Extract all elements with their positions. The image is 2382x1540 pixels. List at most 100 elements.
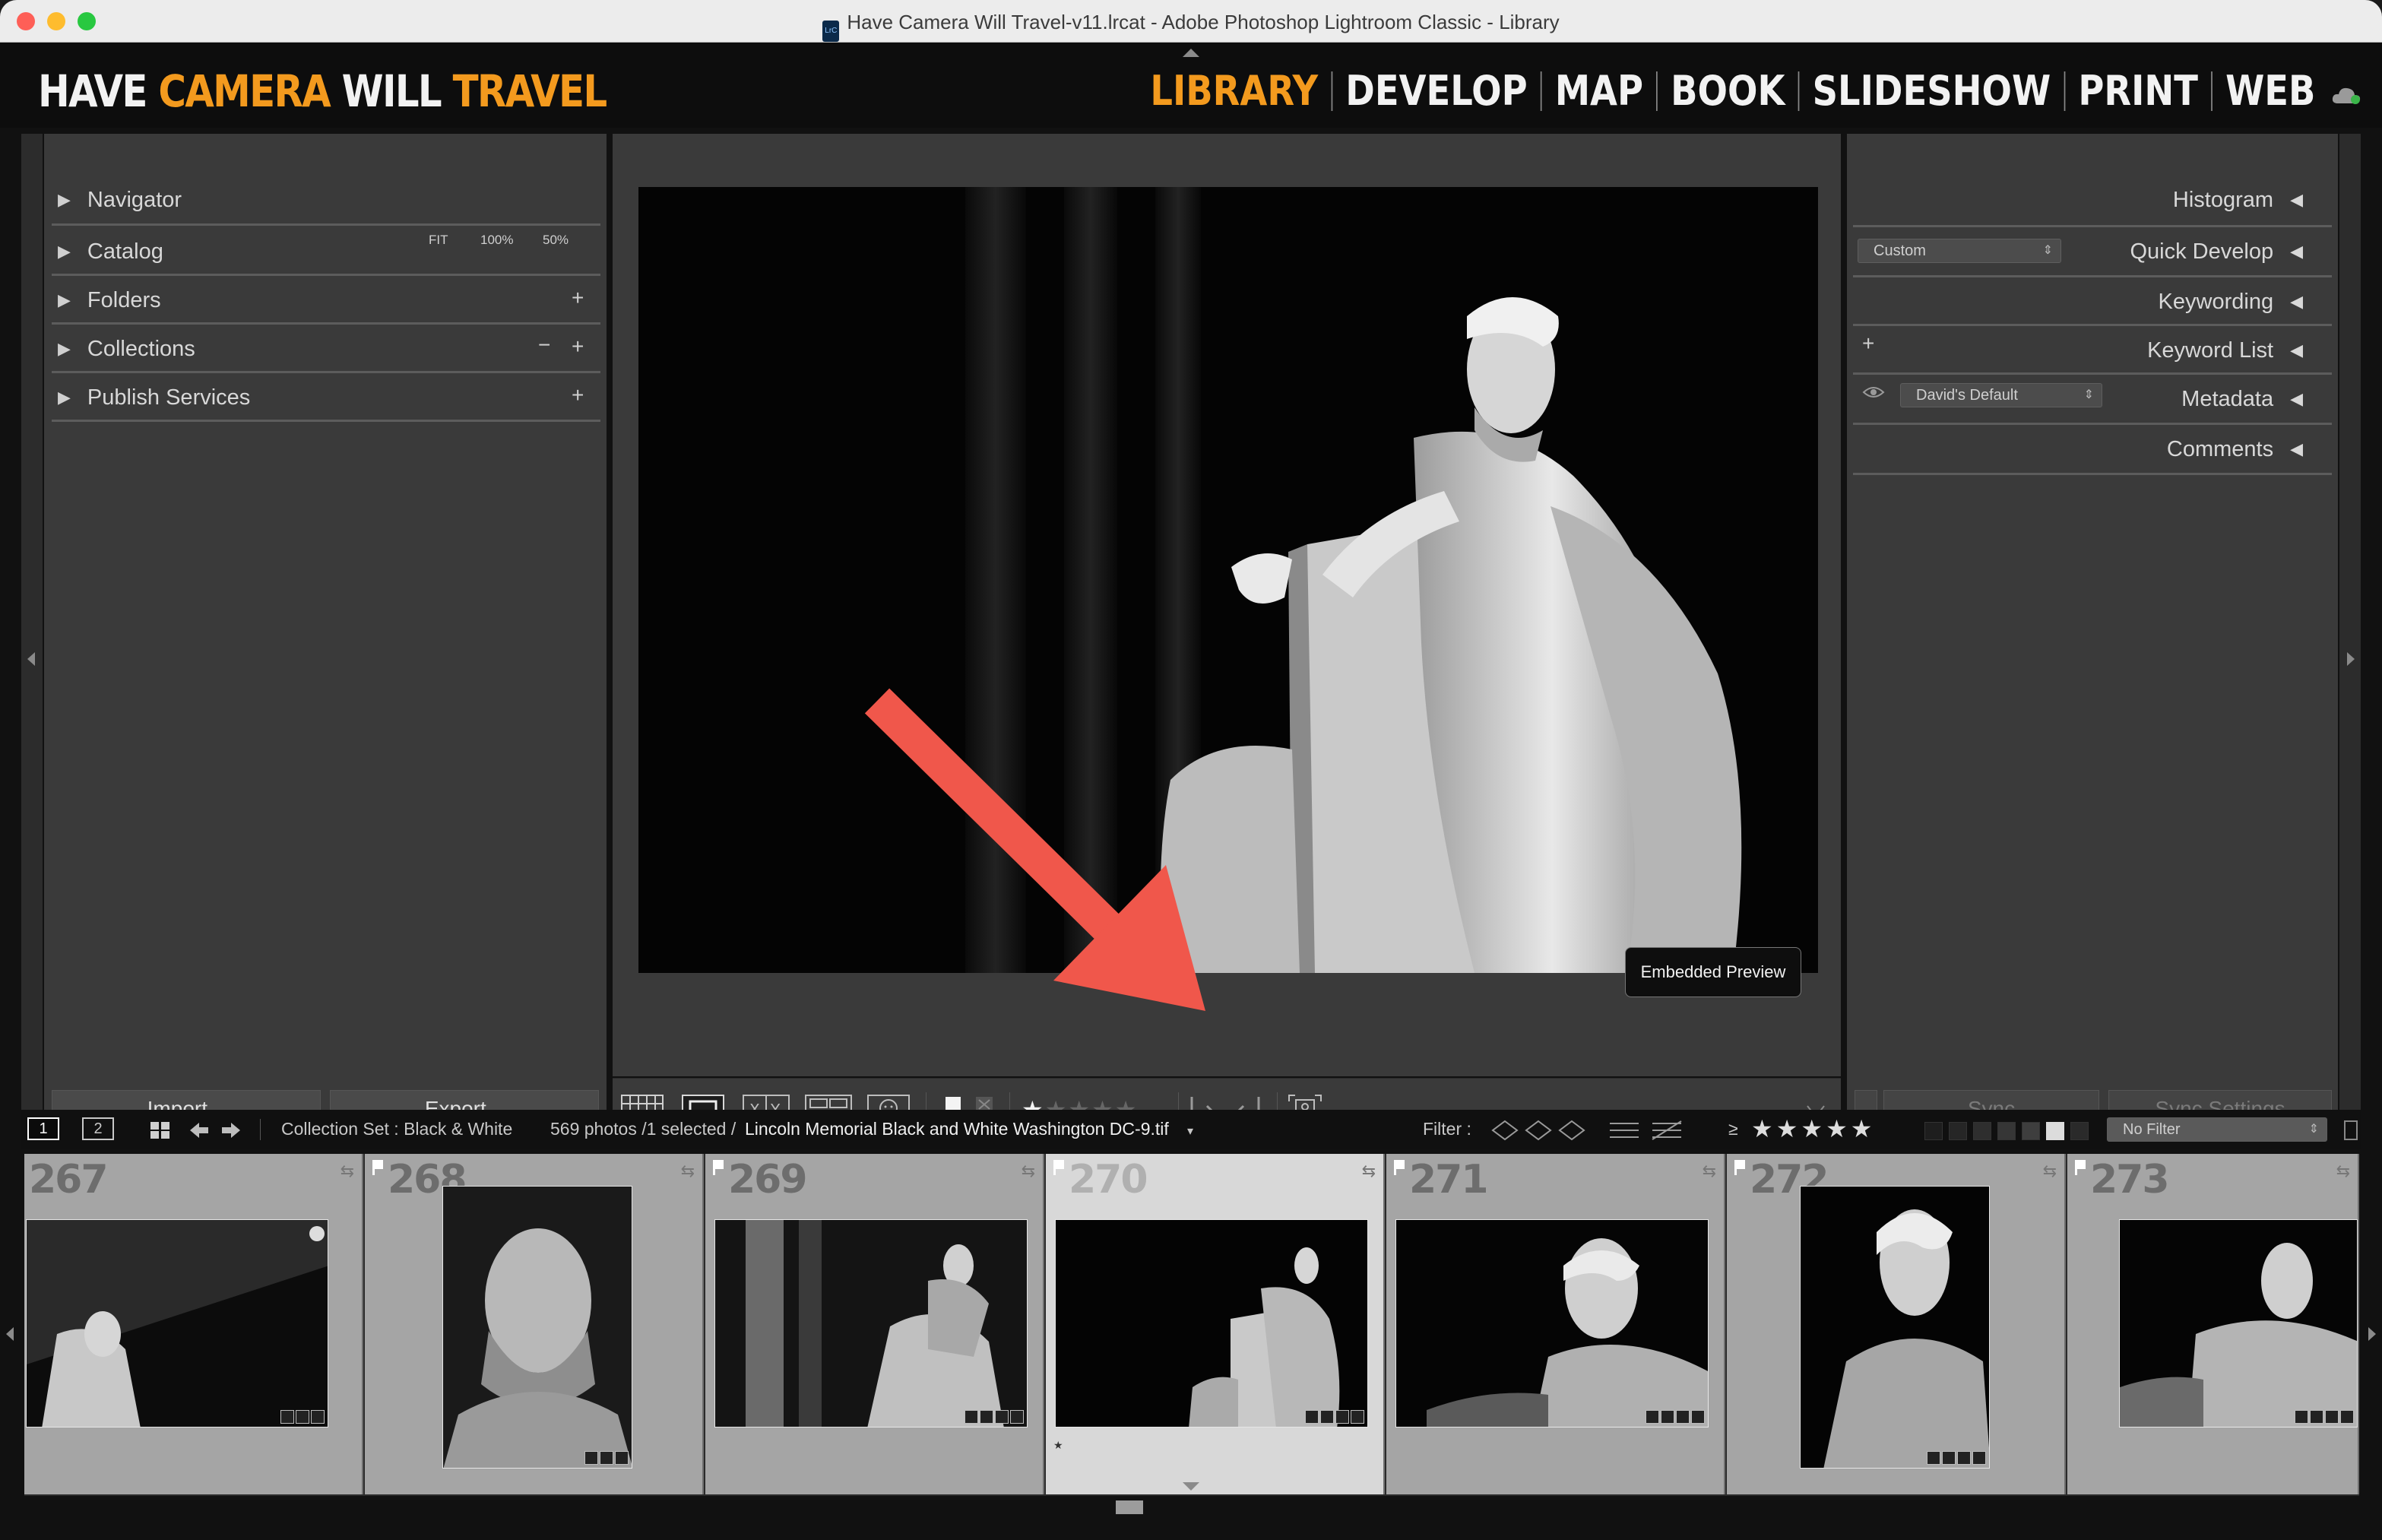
main-photo[interactable] [638,187,1818,973]
panel-label: Folders [87,287,161,312]
panel-collections[interactable]: ▶ Collections [58,325,195,372]
eye-icon[interactable] [1862,385,1885,400]
divider [1853,473,2332,475]
panel-keywording[interactable]: Keywording ◀ [2159,278,2303,325]
thumbnail-image [1396,1220,1708,1427]
add-collection-icon[interactable]: + [572,334,584,359]
right-edge-strip[interactable] [2339,134,2361,1137]
second-window-button[interactable]: 2 [82,1117,114,1140]
filmstrip-left-icon[interactable] [6,1327,14,1341]
panel-quick-develop[interactable]: Quick Develop ◀ [2130,228,2303,275]
module-print[interactable]: PRINT [2066,67,2212,115]
back-arrow-icon[interactable] [187,1120,210,1140]
rating-operator[interactable]: ≥ [1728,1119,1738,1139]
virtual-copy-icon: ⇆ [680,1161,695,1180]
thumbnail[interactable] [442,1186,632,1469]
cloud-sync-icon[interactable] [2330,85,2362,105]
filename-dropdown-icon[interactable]: ▾ [1187,1123,1193,1139]
panel-label: Catalog [87,239,163,264]
cell-index: 267 [29,1157,109,1203]
module-slideshow[interactable]: SLIDESHOW [1800,67,2064,115]
thumbnail[interactable] [714,1219,1028,1428]
panel-publish-services[interactable]: ▶ Publish Services [58,374,250,421]
color-label-filter[interactable] [2022,1122,2040,1140]
remove-collection-icon[interactable]: − [538,333,550,357]
divider [1853,372,2332,375]
edit-filter-icons[interactable] [1605,1119,1689,1142]
saved-preset-dropdown[interactable]: Custom ⇕ [1858,239,2061,263]
selected-filename[interactable]: Lincoln Memorial Black and White Washing… [745,1119,1169,1139]
thumbnail[interactable] [1055,1219,1368,1428]
grid-view-shortcut-icon[interactable] [149,1120,172,1140]
bottom-panel-toggle-icon[interactable] [1183,1482,1199,1491]
panel-label: Histogram [2172,187,2274,212]
color-label-filter[interactable] [1924,1122,1943,1140]
filmstrip-cell-selected[interactable]: 270 ⇆ ★ [1046,1154,1385,1494]
add-publish-service-icon[interactable]: + [572,383,584,407]
dropdown-chevron-icon: ⇕ [2083,388,2094,401]
filmstrip-right-icon[interactable] [2368,1327,2376,1341]
panel-comments[interactable]: Comments ◀ [2167,426,2303,473]
lightroom-app: HAVE CAMERA WILL TRAVEL LIBRARY DEVELOP … [0,43,2382,1540]
left-edge-strip[interactable] [21,134,43,1137]
panel-folders[interactable]: ▶ Folders [58,277,161,324]
thumbnail-badges [965,1410,1024,1424]
module-library[interactable]: LIBRARY [1138,67,1332,115]
source-label[interactable]: Collection Set : Black & White [281,1119,512,1139]
filmstrip-cell[interactable]: 269 ⇆ [705,1154,1044,1494]
collapse-left-icon[interactable] [27,652,35,666]
add-folder-icon[interactable]: + [572,286,584,310]
filmstrip-cell[interactable]: 271 ⇆ [1386,1154,1725,1494]
color-label-filter[interactable] [2046,1122,2064,1140]
panel-label: Quick Develop [2130,239,2274,264]
module-map[interactable]: MAP [1542,67,1657,115]
panel-label: Metadata [2181,386,2274,411]
top-panel-toggle-icon[interactable] [1183,49,1199,57]
module-web[interactable]: WEB [2213,67,2329,115]
forward-arrow-icon[interactable] [220,1120,243,1140]
zoom-fit[interactable]: FIT [429,233,448,248]
divider [52,274,600,276]
thumbnail[interactable] [2119,1219,2358,1428]
module-picker: LIBRARY DEVELOP MAP BOOK SLIDESHOW PRINT… [1138,67,2329,115]
module-develop[interactable]: DEVELOP [1332,67,1541,115]
color-label-filter[interactable] [1997,1122,2016,1140]
expand-triangle-icon: ▶ [58,388,71,407]
add-keyword-icon[interactable]: + [1862,331,1874,356]
zoom-50[interactable]: 50% [543,233,569,248]
collapse-right-icon[interactable] [2347,652,2355,666]
main-window-button[interactable]: 1 [27,1117,59,1140]
thumbnail[interactable] [26,1219,328,1428]
expand-triangle-icon: ▶ [58,190,71,209]
filmstrip-cell[interactable]: 272 ⇆ [1727,1154,2066,1494]
panel-metadata[interactable]: Metadata ◀ [2181,375,2303,423]
metadata-preset-dropdown[interactable]: David's Default ⇕ [1900,383,2102,407]
filmstrip-separator [260,1119,261,1140]
panel-keyword-list[interactable]: Keyword List ◀ [2147,327,2303,374]
filmstrip-header: 1 2 Collection Set : Black & White 569 p… [21,1110,2361,1149]
embedded-preview-badge: Embedded Preview [1625,947,1801,997]
filmstrip-cell[interactable]: 273 ⇆ [2067,1154,2359,1494]
flag-filter-icons[interactable] [1490,1119,1589,1142]
thumbnail[interactable] [1395,1219,1709,1428]
collapse-triangle-icon: ◀ [2290,439,2303,458]
color-label-filter[interactable] [1949,1122,1967,1140]
zoom-100[interactable]: 100% [480,233,513,248]
pick-flag-icon [713,1160,724,1175]
panel-histogram[interactable]: Histogram ◀ [2173,176,2303,223]
thumbnail-image [715,1220,1027,1427]
filter-preset-dropdown[interactable]: No Filter ⇕ [2107,1117,2327,1142]
filter-lock-icon[interactable] [2344,1120,2358,1140]
thumbnail-image [1056,1220,1367,1427]
thumbnail[interactable] [1800,1186,1990,1469]
color-label-filter[interactable] [1973,1122,1991,1140]
color-label-filter[interactable] [2070,1122,2089,1140]
panel-navigator[interactable]: ▶ Navigator [58,176,182,223]
rating-filter-stars[interactable]: ★★★★★ [1751,1114,1875,1143]
filmstrip-cell[interactable]: 268 ⇆ [365,1154,704,1494]
module-book[interactable]: BOOK [1658,67,1798,115]
filmstrip-cell[interactable]: 267 ⇆ [24,1154,363,1494]
panel-catalog[interactable]: ▶ Catalog [58,228,163,275]
filmstrip-scrollbar[interactable] [1116,1500,1143,1514]
identity-plate: HAVE CAMERA WILL TRAVEL [38,65,607,117]
